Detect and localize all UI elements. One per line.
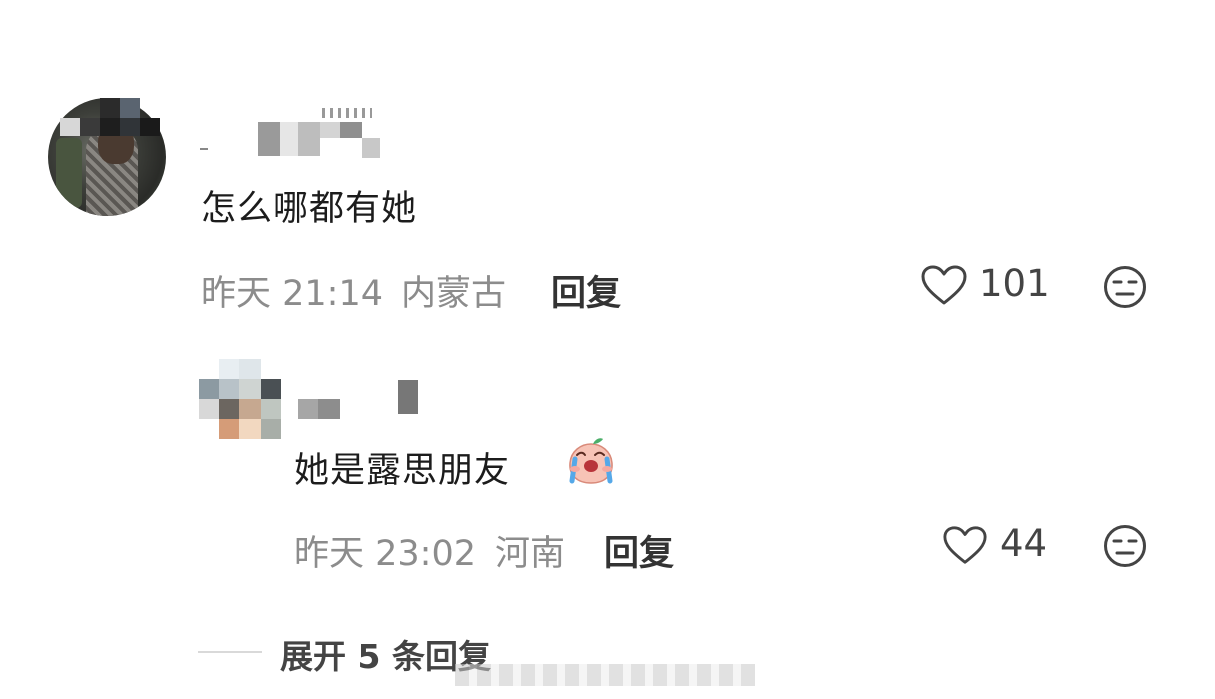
crying-peach-emoji [565,435,617,487]
comment-timestamp: 昨天 21:14 [201,274,383,314]
avatar-mosaic [60,98,164,138]
watermark [455,656,755,686]
heart-outline-icon[interactable] [920,264,968,306]
reply-username[interactable] [298,380,428,420]
heart-outline-icon[interactable] [942,524,988,566]
meh-face-icon[interactable] [1103,265,1147,309]
reply-button[interactable]: 回复 [551,265,621,316]
comment-text: 怎么哪都有她 [201,189,418,229]
reply-reply-button[interactable]: 回复 [604,525,674,576]
commenter-username[interactable] [200,104,385,164]
meh-face-icon[interactable] [1103,524,1147,568]
expand-divider [198,651,262,653]
reply-timestamp: 昨天 23:02 [294,534,476,574]
reply-text: 她是露思朋友 [294,451,511,491]
like-count: 101 [979,262,1050,305]
avatar-tree [56,138,82,208]
reply-avatar[interactable] [199,359,283,441]
comment-location: 内蒙古 [401,274,507,314]
reply-like-count: 44 [1000,522,1048,565]
reply-location: 河南 [495,534,566,574]
